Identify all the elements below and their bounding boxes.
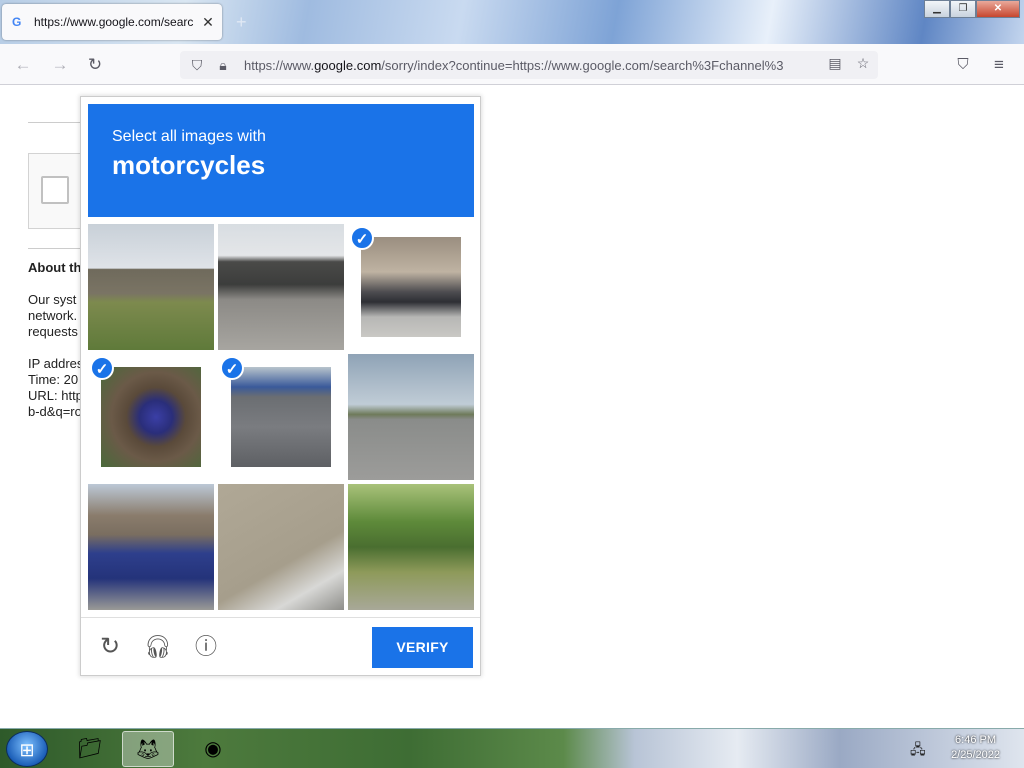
- ip-address-line: IP addres: [28, 356, 84, 371]
- forward-icon[interactable]: →: [49, 54, 71, 76]
- captcha-tile[interactable]: ✓: [348, 354, 474, 480]
- tile-image-dirt-bike: [101, 367, 201, 467]
- tile-image-motorcyclist: [231, 367, 331, 467]
- captcha-footer-divider: [81, 617, 480, 618]
- recaptcha-widget: [28, 153, 88, 229]
- body-line: Our syst: [28, 292, 77, 307]
- close-window-button[interactable]: ✕: [976, 0, 1020, 18]
- url-text[interactable]: https://www.google.com/sorry/index?conti…: [244, 58, 814, 73]
- clock-date: 2/25/2022: [951, 749, 1000, 761]
- captcha-tile[interactable]: ✓: [88, 224, 214, 350]
- window-controls: ▁ ❐ ✕: [924, 0, 1020, 18]
- tile-image-trees-car: [348, 484, 474, 610]
- reload-challenge-icon[interactable]: ↻: [95, 632, 125, 662]
- browser-navbar: ← → ↻ ⛉ 🔒︎ https://www.google.com/sorry/…: [0, 44, 1024, 85]
- bookmark-star-icon[interactable]: ☆: [853, 55, 873, 75]
- selected-check-icon: ✓: [90, 356, 114, 380]
- about-heading: About th: [28, 260, 82, 275]
- chrome-icon[interactable]: ◉: [187, 731, 239, 767]
- reader-view-icon[interactable]: ▤: [825, 55, 845, 75]
- captcha-dialog: Select all images with motorcycles ✓ ✓ ✓…: [80, 96, 481, 676]
- recaptcha-checkbox[interactable]: [41, 176, 69, 204]
- url-line: URL: http: [28, 388, 83, 403]
- restore-button[interactable]: ❐: [950, 0, 976, 18]
- reload-icon[interactable]: ↻: [84, 54, 106, 76]
- captcha-image-grid: ✓ ✓ ✓ ✓ ✓ ✓ ✓ ✓: [88, 224, 474, 610]
- captcha-instruction: Select all images with: [112, 128, 266, 145]
- file-explorer-icon[interactable]: 📁︎: [64, 731, 116, 767]
- tab-title: https://www.google.com/searc: [34, 15, 194, 29]
- new-tab-button[interactable]: +: [236, 12, 247, 33]
- lock-icon[interactable]: 🔒︎: [212, 54, 234, 76]
- tile-image-overpass: [88, 224, 214, 350]
- divider: [28, 248, 88, 249]
- tile-image-blue-truck: [88, 484, 214, 610]
- pocket-icon[interactable]: ⛉: [952, 54, 974, 76]
- selected-check-icon: ✓: [220, 356, 244, 380]
- tile-image-highway: [348, 354, 474, 480]
- tile-image-street-bridge: [218, 224, 344, 350]
- system-tray: 🖧︎ 6:46 PM 2/25/2022: [904, 729, 1024, 768]
- selected-check-icon: ✓: [350, 226, 374, 250]
- url-bar[interactable]: ⛉ 🔒︎ https://www.google.com/sorry/index?…: [180, 51, 878, 79]
- captcha-tile[interactable]: ✓: [218, 484, 344, 610]
- divider: [28, 122, 88, 123]
- captcha-tile[interactable]: ✓: [88, 354, 214, 480]
- google-favicon-icon: G: [12, 15, 22, 29]
- minimize-button[interactable]: ▁: [924, 0, 950, 18]
- close-tab-icon[interactable]: ✕: [200, 14, 216, 31]
- firefox-icon[interactable]: 🦊︎: [122, 731, 174, 767]
- tile-image-pavement: [218, 484, 344, 610]
- shield-icon[interactable]: ⛉: [186, 54, 208, 76]
- browser-titlebar: G https://www.google.com/searc ✕ + ▁ ❐ ✕: [0, 0, 1024, 44]
- clock[interactable]: 6:46 PM 2/25/2022: [951, 733, 1000, 763]
- info-icon[interactable]: ⓘ: [191, 632, 221, 662]
- start-button[interactable]: ⊞: [6, 731, 48, 767]
- windows-taskbar: ⊞ 📁︎ 🦊︎ ◉ 🖧︎ 6:46 PM 2/25/2022: [0, 728, 1024, 768]
- captcha-tile[interactable]: ✓: [348, 224, 474, 350]
- url-domain: google.com: [314, 57, 382, 73]
- time-line: Time: 20: [28, 372, 79, 387]
- network-icon[interactable]: 🖧︎: [910, 739, 926, 763]
- clock-time: 6:46 PM: [955, 734, 997, 746]
- body-line: requests: [28, 324, 78, 339]
- url-line-cont: b-d&q=ro: [28, 404, 82, 419]
- audio-challenge-icon[interactable]: 🎧︎: [143, 632, 173, 662]
- captcha-tile[interactable]: ✓: [218, 224, 344, 350]
- url-path: /sorry/index?continue=https://www.google…: [381, 57, 784, 73]
- captcha-tile[interactable]: ✓: [218, 354, 344, 480]
- captcha-tile[interactable]: ✓: [348, 484, 474, 610]
- captcha-header: Select all images with motorcycles: [88, 104, 474, 217]
- verify-button[interactable]: VERIFY: [372, 627, 473, 668]
- captcha-tile[interactable]: ✓: [88, 484, 214, 610]
- tile-image-parked-motorcycles: [361, 237, 461, 337]
- url-prefix: https://www.: [244, 57, 315, 73]
- back-icon[interactable]: ←: [12, 54, 34, 76]
- browser-tab-google[interactable]: G https://www.google.com/searc ✕: [2, 4, 222, 40]
- body-line: network.: [28, 308, 78, 323]
- captcha-target: motorcycles: [112, 150, 266, 180]
- menu-icon[interactable]: ≡: [988, 54, 1010, 76]
